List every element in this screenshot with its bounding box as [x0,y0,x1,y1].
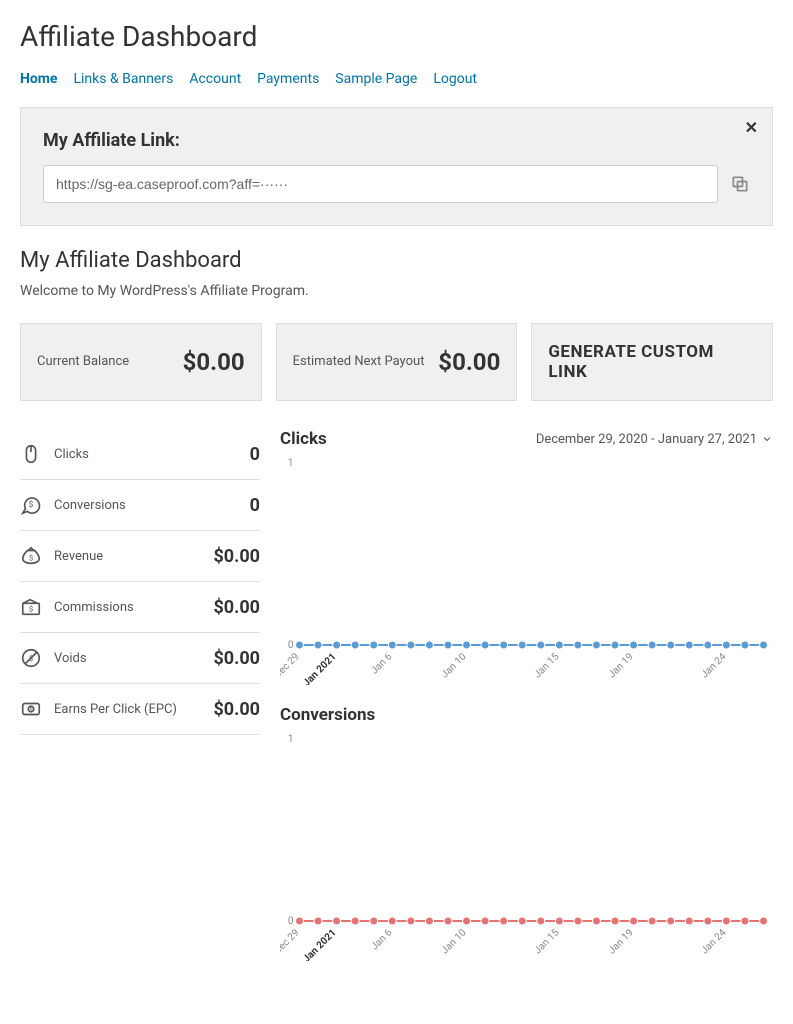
dollar-speech-icon: $ [20,494,42,516]
date-range-text: December 29, 2020 - January 27, 2021 [536,432,757,447]
charts-column: Clicks December 29, 2020 - January 27, 2… [280,429,773,981]
svg-text:Jan 6: Jan 6 [369,651,394,676]
svg-text:1: 1 [288,734,294,745]
metric-row-earns-per-click-epc-: $ Earns Per Click (EPC)$0.00 [20,684,260,735]
metric-value: $0.00 [213,546,260,567]
generate-custom-link-button[interactable]: GENERATE CUSTOM LINK [531,323,773,401]
svg-text:Jan 6: Jan 6 [369,927,394,952]
stats-row: Current Balance $0.00 Estimated Next Pay… [20,323,773,401]
next-payout-card: Estimated Next Payout $0.00 [276,323,518,401]
svg-text:Jan 19: Jan 19 [607,651,636,680]
svg-text:0: 0 [288,916,294,927]
dashboard-title: My Affiliate Dashboard [20,248,773,273]
metric-row-commissions: $ Commissions$0.00 [20,582,260,633]
svg-text:Jan 10: Jan 10 [440,651,469,680]
metric-value: 0 [250,444,260,465]
metric-name: Earns Per Click (EPC) [54,702,213,717]
metric-name: Commissions [54,600,213,615]
metric-name: Revenue [54,549,213,564]
svg-text:$: $ [29,706,33,714]
svg-text:Jan 19: Jan 19 [607,927,636,956]
metric-value: $0.00 [213,699,260,720]
svg-text:Jan 2021: Jan 2021 [301,651,338,685]
metric-name: Clicks [54,447,250,462]
balance-value: $0.00 [183,348,245,376]
svg-text:$: $ [29,499,34,510]
svg-text:1: 1 [288,458,294,469]
close-icon[interactable]: ✕ [745,118,758,137]
page-title: Affiliate Dashboard [20,20,773,53]
nav-logout[interactable]: Logout [433,71,477,87]
payout-value: $0.00 [438,348,500,376]
epc-icon: $ [20,698,42,720]
metric-name: Voids [54,651,213,666]
metric-row-voids: $ Voids$0.00 [20,633,260,684]
svg-text:Jan 10: Jan 10 [440,927,469,956]
main-nav: Home Links & Banners Account Payments Sample… [20,71,773,87]
metric-row-conversions: $ Conversions0 [20,480,260,531]
nav-home[interactable]: Home [20,71,57,87]
mouse-icon [20,443,42,465]
money-bag-icon: $ [20,545,42,567]
chart-title-clicks: Clicks [280,429,327,449]
svg-text:$: $ [29,605,33,614]
generate-button-label: GENERATE CUSTOM LINK [548,342,756,382]
svg-text:Jan 2021: Jan 2021 [301,927,338,961]
nav-sample-page[interactable]: Sample Page [335,71,417,87]
copy-icon[interactable] [730,174,750,194]
nav-payments[interactable]: Payments [257,71,319,87]
metric-value: 0 [250,495,260,516]
metric-value: $0.00 [213,597,260,618]
svg-text:Jan 24: Jan 24 [699,927,728,956]
svg-text:$: $ [29,554,33,563]
svg-text:Dec 29: Dec 29 [280,651,302,681]
chevron-down-icon [761,433,773,445]
conversions-chart: 0 1 Dec 29Jan 2021 Jan 6 Jan 10 Jan 15 Jan 19… [280,731,773,961]
svg-text:Jan 15: Jan 15 [532,927,561,956]
chart-title-conversions: Conversions [280,705,375,725]
nav-links-banners[interactable]: Links & Banners [73,71,173,87]
payout-label: Estimated Next Payout [293,354,425,371]
metric-name: Conversions [54,498,250,513]
svg-text:$: $ [29,654,33,663]
void-icon: $ [20,647,42,669]
svg-text:Dec 29: Dec 29 [280,927,302,957]
date-range-picker[interactable]: December 29, 2020 - January 27, 2021 [536,432,773,447]
affiliate-link-panel: ✕ My Affiliate Link: [20,107,773,226]
welcome-text: Welcome to My WordPress's Affiliate Prog… [20,283,773,299]
clicks-chart: 0 1 Dec 29Jan 2021 Jan 6 Jan 10 Jan 15 Jan 19… [280,455,773,685]
wallet-icon: $ [20,596,42,618]
metrics-sidebar: Clicks0$Conversions0$Revenue$0.00$Commis… [20,429,260,981]
metric-row-clicks: Clicks0 [20,429,260,480]
svg-text:Jan 15: Jan 15 [532,651,561,680]
affiliate-link-input[interactable] [43,165,718,203]
affiliate-link-heading: My Affiliate Link: [43,130,750,151]
balance-label: Current Balance [37,354,129,371]
metric-row-revenue: $ Revenue$0.00 [20,531,260,582]
svg-text:0: 0 [288,640,294,651]
svg-text:Jan 24: Jan 24 [699,651,728,680]
nav-account[interactable]: Account [189,71,241,87]
metric-value: $0.00 [213,648,260,669]
current-balance-card: Current Balance $0.00 [20,323,262,401]
